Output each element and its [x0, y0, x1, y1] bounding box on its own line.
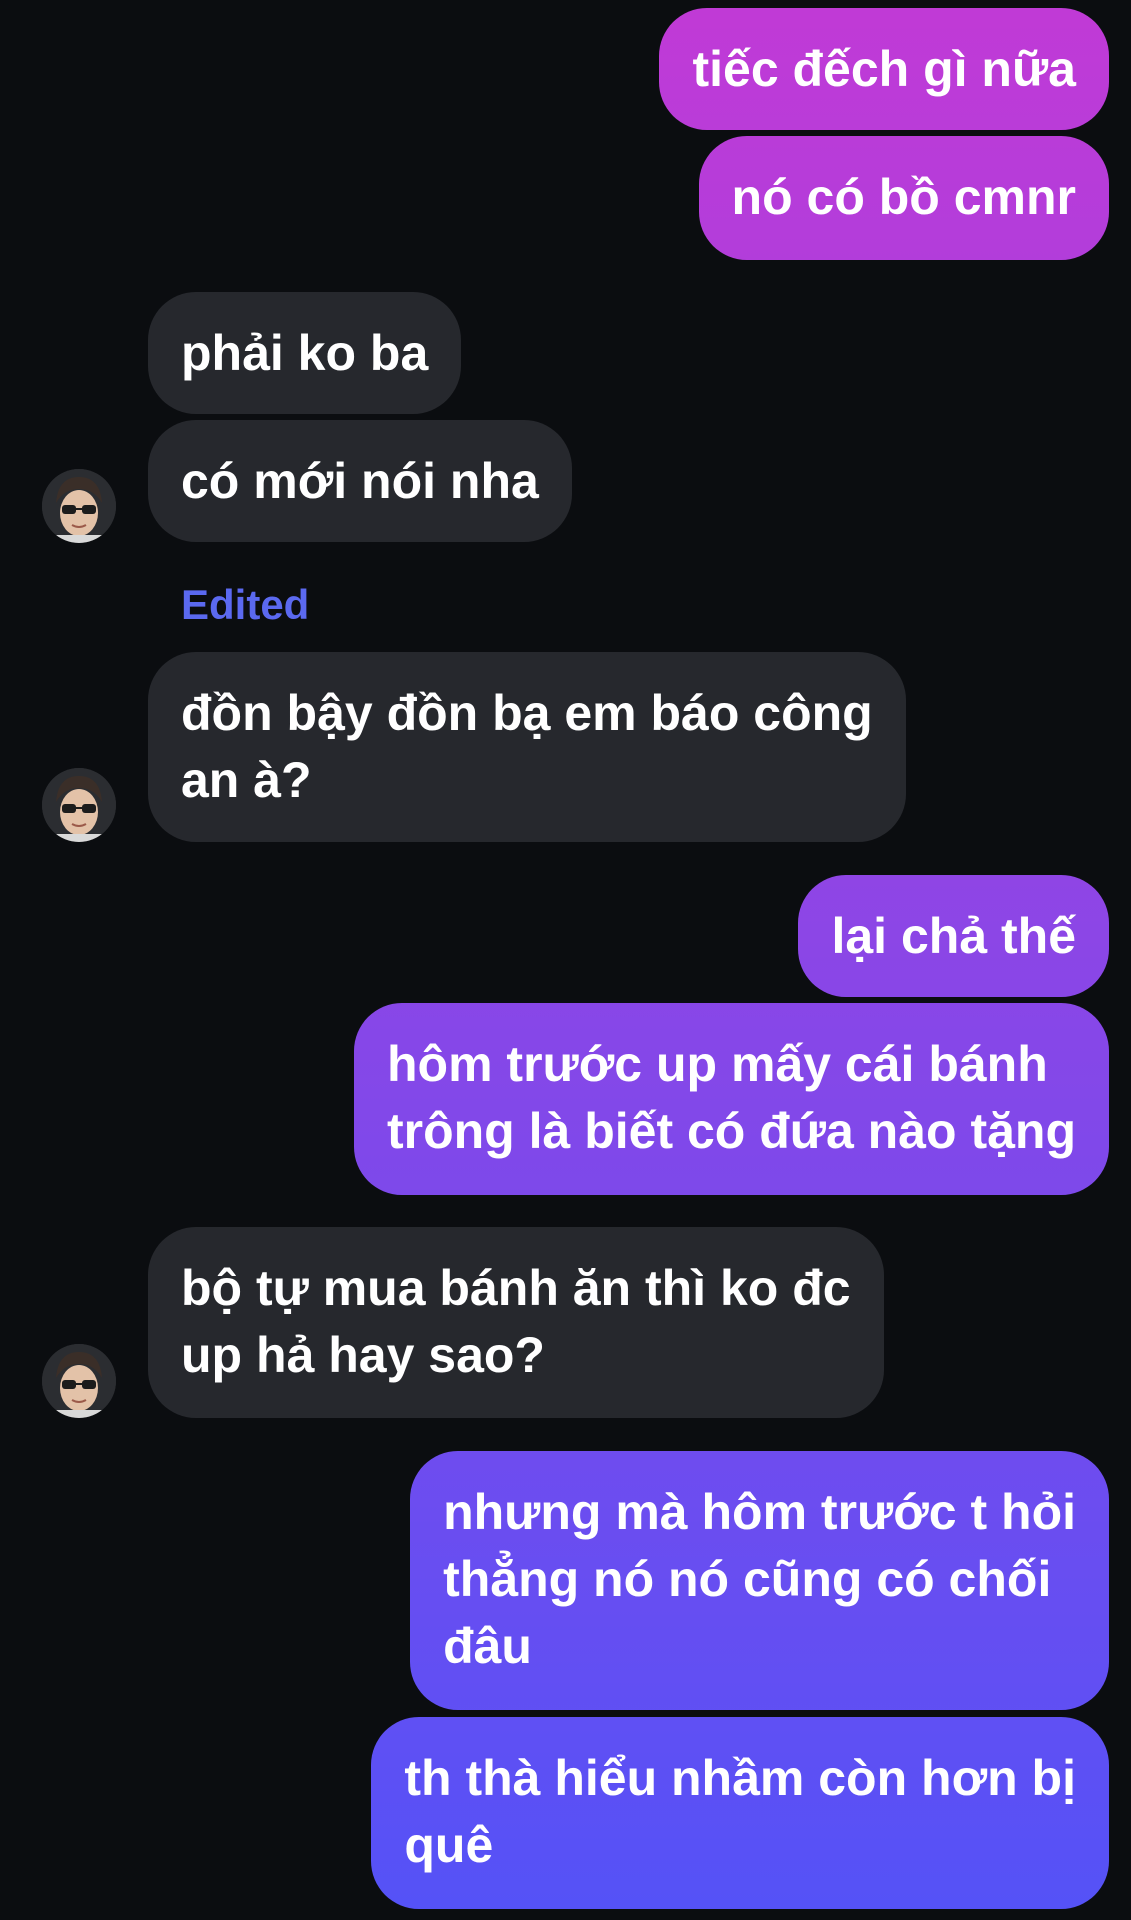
avatar-photo-icon [42, 1344, 116, 1418]
message-text: quê [404, 1817, 494, 1873]
message-text: hôm trước up mấy cái bánh [386, 1036, 1048, 1092]
contact-avatar[interactable] [42, 768, 116, 842]
edited-label: Edited [181, 581, 310, 628]
message-text: phải ko ba [181, 325, 429, 381]
message-text: trông là biết có đứa nào tặng [386, 1103, 1076, 1159]
contact-avatar[interactable] [42, 469, 116, 543]
avatar-photo-icon [42, 469, 116, 543]
message-text: nó có bồ cmnr [731, 169, 1076, 225]
message-bubble-outgoing[interactable]: nhưng mà hôm trước t hỏi thẳng nó nó cũn… [410, 1451, 1109, 1710]
message-bubble-outgoing[interactable]: tiếc đếch gì nữa [659, 8, 1109, 130]
message-bubble-incoming[interactable]: có mới nói nha [148, 420, 572, 542]
message-text: đồn bậy đồn bạ em báo công [181, 685, 873, 741]
message-text: bộ tự mua bánh ăn thì ko đc [181, 1260, 851, 1316]
message-bubble-outgoing[interactable]: lại chả thế [798, 875, 1109, 997]
message-bubble-incoming[interactable]: bộ tự mua bánh ăn thì ko đc up hả hay sa… [148, 1227, 884, 1418]
message-text: an à? [181, 752, 312, 808]
message-bubble-outgoing[interactable]: hôm trước up mấy cái bánh trông là biết … [353, 1003, 1109, 1195]
message-bubble-incoming[interactable]: đồn bậy đồn bạ em báo công an à? [148, 652, 906, 842]
message-text: lại chả thế [831, 908, 1076, 964]
contact-avatar[interactable] [42, 1344, 116, 1418]
message-text: có mới nói nha [181, 453, 539, 509]
message-text: th thà hiểu nhầm còn hơn bị [404, 1750, 1076, 1806]
message-text: nhưng mà hôm trước t hỏi [443, 1484, 1076, 1540]
message-bubble-outgoing[interactable]: th thà hiểu nhầm còn hơn bị quê [371, 1717, 1109, 1909]
message-text: đâu [443, 1618, 532, 1674]
message-text: up hả hay sao? [181, 1327, 545, 1383]
message-bubble-incoming[interactable]: phải ko ba [148, 292, 462, 414]
message-text: thẳng nó nó cũng có chối [443, 1551, 1052, 1607]
avatar-photo-icon [42, 768, 116, 842]
message-text: tiếc đếch gì nữa [692, 41, 1076, 97]
message-bubble-outgoing[interactable]: nó có bồ cmnr [698, 136, 1109, 260]
